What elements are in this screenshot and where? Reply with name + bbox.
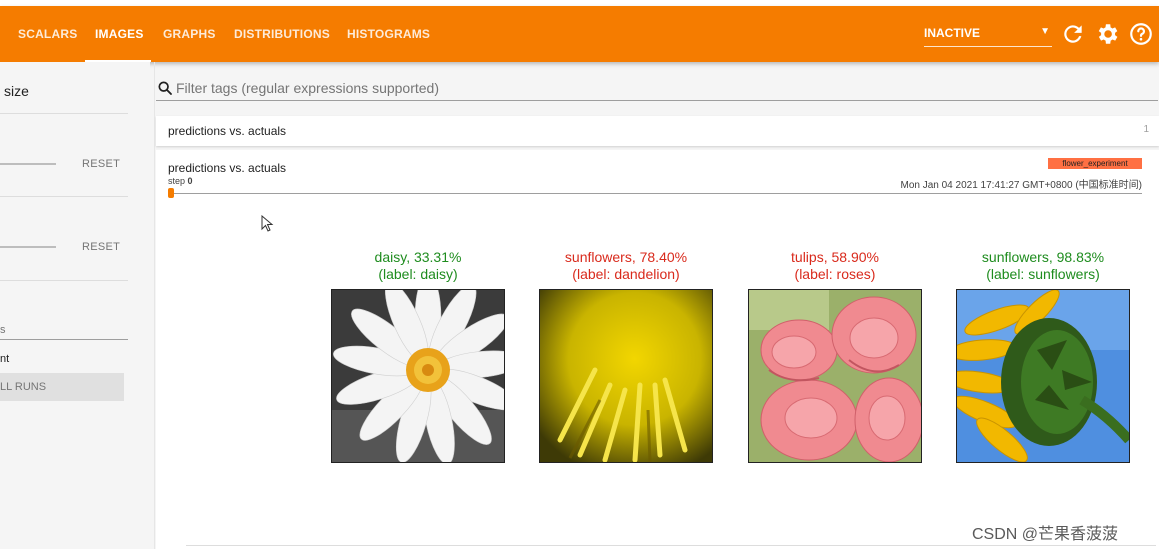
runs-filter-underline [0,339,128,340]
sidebar: size RESET RESET s nt LL RUNS [0,62,150,549]
step-label: step [168,176,186,186]
tab-graphs[interactable]: GRAPHS [163,6,216,62]
image-tile: tulips, 58.90% (label: roses) [748,249,922,463]
prediction-caption: sunflowers, 78.40% [564,249,688,265]
tag-group-header[interactable]: predictions vs. actuals 1 [156,116,1159,146]
card-title: predictions vs. actuals [168,161,287,175]
tab-histograms[interactable]: HISTOGRAMS [347,6,430,62]
refresh-icon[interactable] [1060,21,1086,47]
step-indicator: step 0 [168,176,193,186]
reset-contrast-button[interactable]: RESET [82,241,120,253]
run-selector[interactable]: INACTIVE ▼ [924,22,1052,47]
tag-group-count: 1 [1143,124,1149,135]
image-size-label: size [4,83,29,99]
sidebar-divider [0,113,128,114]
top-toolbar: SCALARS IMAGES GRAPHS DISTRIBUTIONS HIST… [0,6,1159,62]
settings-gear-icon[interactable] [1094,21,1120,47]
sidebar-divider [0,196,128,197]
step-slider-track[interactable] [170,193,1142,194]
image-tile: sunflowers, 98.83% (label: sunflowers) [956,249,1130,463]
label-caption: (label: daisy) [378,266,458,282]
timestamp: Mon Jan 04 2021 17:41:27 GMT+0800 (中国标准时… [900,180,1142,191]
prediction-caption: daisy, 33.31% [374,249,462,265]
toggle-all-runs-button[interactable]: LL RUNS [0,373,124,401]
dropdown-caret-icon: ▼ [1040,26,1050,37]
contrast-slider[interactable] [0,246,56,248]
sidebar-border [154,62,155,549]
image-tile: sunflowers, 78.40% (label: dandelion) [539,249,713,463]
runs-filter-input[interactable]: s [0,324,6,336]
brightness-slider[interactable] [0,163,56,165]
prediction-caption: sunflowers, 98.83% [981,249,1105,265]
card-bottom-border [186,545,1156,546]
mouse-cursor-icon [261,215,274,232]
tag-filter[interactable]: Filter tags (regular expressions support… [156,70,1158,101]
tab-distributions[interactable]: DISTRIBUTIONS [234,6,330,62]
step-slider-thumb[interactable] [168,188,174,198]
reset-brightness-button[interactable]: RESET [82,158,120,170]
dandelion-image[interactable] [539,289,713,463]
label-caption: (label: dandelion) [572,266,680,282]
roses-image[interactable] [748,289,922,463]
tag-filter-placeholder: Filter tags (regular expressions support… [176,80,440,96]
run-checkbox-label[interactable]: nt [0,353,9,365]
label-caption: (label: sunflowers) [986,266,1100,282]
daisy-image[interactable] [331,289,505,463]
tag-group-title: predictions vs. actuals [168,124,287,138]
search-icon [158,81,172,95]
prediction-caption: tulips, 58.90% [791,249,879,265]
image-tile: daisy, 33.31% (label: daisy) [331,249,505,463]
step-value: 0 [187,176,193,186]
watermark: CSDN @芒果香菠菠 [972,526,1119,543]
sidebar-divider [0,280,128,281]
tab-images[interactable]: IMAGES [95,6,144,62]
tab-scalars[interactable]: SCALARS [18,6,77,62]
sunflower-image[interactable] [956,289,1130,463]
run-selector-value: INACTIVE [924,26,981,40]
run-name-chip: flower_experiment [1048,158,1142,169]
label-caption: (label: roses) [794,266,876,282]
help-icon[interactable] [1128,21,1154,47]
image-card: predictions vs. actuals step 0 flower_ex… [156,150,1159,549]
